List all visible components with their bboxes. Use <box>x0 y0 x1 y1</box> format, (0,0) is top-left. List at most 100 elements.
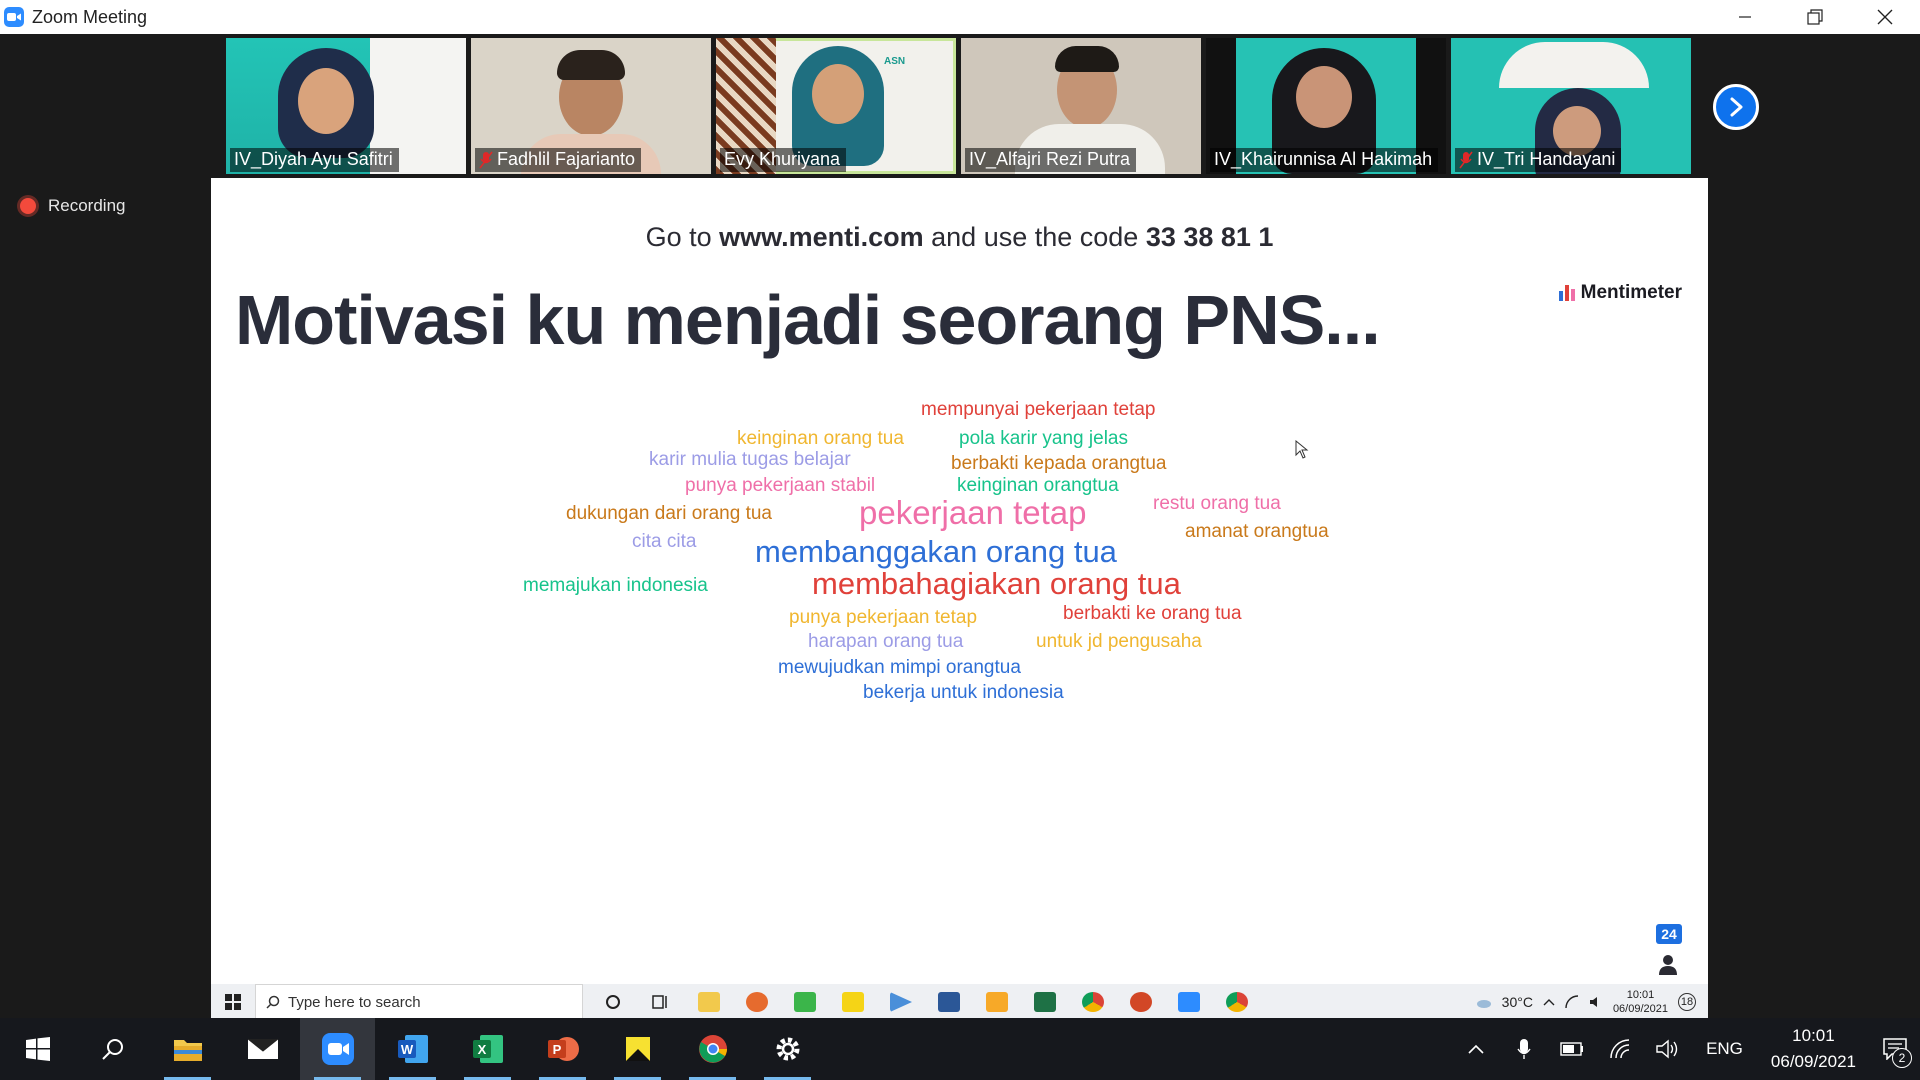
notification-count: 2 <box>1892 1048 1912 1068</box>
muted-mic-icon <box>479 151 493 168</box>
participant-tile-active-speaker[interactable]: ASN Evy Khuriyana <box>716 38 956 174</box>
participant-count-badge: 24 <box>1646 924 1690 992</box>
word-cloud-entry: dukungan dari orang tua <box>566 503 772 524</box>
input-language[interactable]: ENG <box>1692 1039 1757 1059</box>
word-cloud-entry: harapan orang tua <box>808 631 964 652</box>
word-cloud-entry: punya pekerjaan stabil <box>685 475 876 496</box>
recording-dot-icon <box>20 198 36 214</box>
taskbar-settings[interactable] <box>750 1018 825 1080</box>
word-cloud-entry: pola karir yang jelas <box>959 428 1128 449</box>
taskbar-time: 10:01 <box>1792 1026 1835 1045</box>
mentimeter-logo: Mentimeter <box>1558 282 1682 304</box>
word-cloud-entry: membahagiakan orang tua <box>812 566 1181 601</box>
taskbar-zoom[interactable] <box>300 1018 375 1080</box>
brand-name: Mentimeter <box>1580 282 1682 303</box>
next-page-button[interactable] <box>1713 84 1759 130</box>
shared-start-button <box>211 994 255 1010</box>
battery-button[interactable] <box>1548 1018 1596 1080</box>
participant-name: IV_Khairunnisa Al Hakimah <box>1214 149 1433 169</box>
shared-search-box: Type here to search <box>255 984 583 1018</box>
powerpoint-icon: P <box>547 1037 579 1061</box>
word-cloud-entry: keinginan orang tua <box>737 428 904 449</box>
mail-icon <box>247 1038 278 1059</box>
word-icon <box>925 984 973 1018</box>
zoom-icon <box>321 1033 354 1065</box>
mouse-cursor-icon <box>1295 440 1309 459</box>
participant-tile[interactable]: IV_Alfajri Rezi Putra <box>961 38 1201 174</box>
zoom-app-icon <box>4 7 24 27</box>
firefox-icon <box>733 984 781 1018</box>
svg-text:X: X <box>477 1042 486 1057</box>
microphone-icon <box>1517 1039 1531 1059</box>
shared-notification-count: 18 <box>1678 993 1696 1011</box>
taskbar-word[interactable]: W <box>375 1018 450 1080</box>
shared-weather: 30°C <box>1501 994 1533 1010</box>
task-view-icon <box>637 984 685 1018</box>
window-title: Zoom Meeting <box>32 6 148 27</box>
word-cloud-entry: mempunyai pekerjaan tetap <box>921 399 1156 420</box>
start-button[interactable] <box>0 1018 75 1080</box>
powerpoint-icon <box>1117 984 1165 1018</box>
chevron-up-icon <box>1543 999 1555 1006</box>
restore-button[interactable] <box>1780 0 1850 34</box>
volume-button[interactable] <box>1644 1018 1692 1080</box>
taskbar-clock[interactable]: 10:01 06/09/2021 <box>1757 1023 1870 1075</box>
wifi-icon <box>1610 1039 1630 1059</box>
word-cloud-entry: berbakti kepada orangtua <box>951 453 1167 474</box>
recording-label: Recording <box>48 196 126 215</box>
word-cloud-entry: membanggakan orang tua <box>755 534 1117 569</box>
code-value: 33 38 81 1 <box>1145 222 1274 252</box>
cortana-icon <box>589 984 637 1018</box>
participant-name: IV_Diyah Ayu Safitri <box>234 149 393 169</box>
file-explorer-icon <box>173 1040 202 1061</box>
participant-name: Evy Khuriyana <box>724 149 841 169</box>
sticky-notes-icon <box>625 1037 650 1061</box>
participant-tile[interactable]: IV_Tri Handayani <box>1451 38 1691 174</box>
chevron-up-icon <box>1468 1044 1484 1054</box>
excel-icon <box>1021 984 1069 1018</box>
close-icon <box>1877 9 1893 25</box>
word-cloud-entry: punya pekerjaan tetap <box>789 607 978 628</box>
word-cloud-entry: untuk jd pengusaha <box>1036 631 1202 652</box>
volume-icon <box>1656 1039 1678 1059</box>
excel-icon: X <box>472 1035 503 1063</box>
meeting-area: IV_Diyah Ayu Safitri Fadhlil Fajarianto … <box>0 34 1920 1018</box>
code-middle: and use the code <box>923 222 1146 252</box>
taskbar-powerpoint[interactable]: P <box>525 1018 600 1080</box>
network-button[interactable] <box>1596 1018 1644 1080</box>
code-site: www.menti.com <box>719 222 924 252</box>
minimize-button[interactable] <box>1710 0 1780 34</box>
chrome-icon <box>1213 984 1261 1018</box>
word-cloud-entry: pekerjaan tetap <box>859 494 1087 531</box>
restore-icon <box>1807 9 1823 25</box>
taskbar-sticky-notes[interactable] <box>600 1018 675 1080</box>
action-center-button[interactable]: 2 <box>1870 1018 1920 1080</box>
participant-tile[interactable]: Fadhlil Fajarianto <box>471 38 711 174</box>
participant-tile[interactable]: IV_Diyah Ayu Safitri <box>226 38 466 174</box>
participant-strip: IV_Diyah Ayu Safitri Fadhlil Fajarianto … <box>226 38 1691 174</box>
taskbar-file-explorer[interactable] <box>150 1018 225 1080</box>
recording-indicator[interactable]: Recording <box>20 196 126 216</box>
title-bar: Zoom Meeting <box>0 0 1920 34</box>
notes-icon <box>973 984 1021 1018</box>
zoom-icon <box>1165 984 1213 1018</box>
show-hidden-icons-button[interactable] <box>1452 1018 1500 1080</box>
acrobat-icon <box>829 984 877 1018</box>
word-cloud-entry: memajukan indonesia <box>523 575 708 596</box>
minimize-icon <box>1739 16 1751 18</box>
chrome-icon <box>698 1035 727 1063</box>
taskbar-mail[interactable] <box>225 1018 300 1080</box>
shared-time: 10:01 <box>1626 989 1655 1001</box>
taskbar-search-button[interactable] <box>75 1018 150 1080</box>
settings-gear-icon <box>776 1037 799 1061</box>
participant-name: Fadhlil Fajarianto <box>497 149 636 169</box>
volume-icon <box>1589 997 1597 1007</box>
search-icon <box>101 1039 123 1060</box>
participant-tile[interactable]: IV_Khairunnisa Al Hakimah <box>1206 38 1446 174</box>
chevron-right-icon <box>1730 97 1743 117</box>
shared-screen: Go to www.menti.com and use the code 33 … <box>211 178 1708 1018</box>
microphone-button[interactable] <box>1500 1018 1548 1080</box>
close-button[interactable] <box>1850 0 1920 34</box>
taskbar-excel[interactable]: X <box>450 1018 525 1080</box>
taskbar-chrome[interactable] <box>675 1018 750 1080</box>
